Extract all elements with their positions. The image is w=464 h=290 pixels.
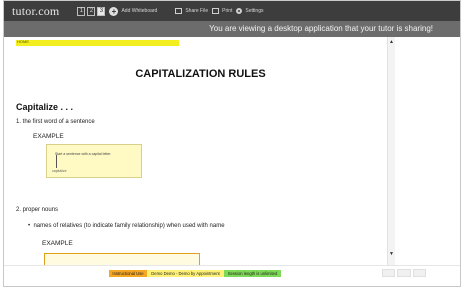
example-1-caption: capitalize bbox=[52, 169, 67, 173]
status-segment-session: Session length is unlimited bbox=[224, 270, 281, 277]
example-1-box: Start a sentence with a capital letter. … bbox=[46, 144, 142, 178]
home-link[interactable]: HOME bbox=[17, 39, 29, 44]
example-2-box bbox=[44, 253, 200, 265]
print-icon[interactable] bbox=[212, 8, 220, 14]
footer-control-1[interactable] bbox=[382, 269, 396, 277]
page-title: CAPITALIZATION RULES bbox=[135, 68, 266, 80]
settings-button[interactable]: Settings bbox=[245, 8, 263, 14]
footer-control-2[interactable] bbox=[397, 269, 411, 277]
rule-1: 1. the first word of a sentence bbox=[16, 119, 95, 125]
scroll-down-icon[interactable]: ▼ bbox=[389, 251, 394, 257]
section-heading: Capitalize . . . bbox=[16, 102, 74, 112]
add-whiteboard-button[interactable]: Add Whiteboard bbox=[121, 8, 157, 14]
share-banner: You are viewing a desktop application th… bbox=[4, 21, 460, 37]
share-file-icon[interactable] bbox=[175, 8, 183, 14]
page-1-button[interactable]: 1 bbox=[77, 6, 86, 16]
example-2-label: EXAMPLE bbox=[42, 240, 73, 247]
page-3-button[interactable]: 3 bbox=[97, 6, 106, 16]
add-whiteboard-icon[interactable]: + bbox=[109, 6, 119, 16]
example-1-label: EXAMPLE bbox=[33, 133, 64, 140]
app-window: tutor.com 1 2 3 + Add Whiteboard Share F… bbox=[3, 0, 461, 287]
bullet-1: • names of relatives (to indicate family… bbox=[28, 223, 225, 229]
home-bar[interactable]: HOME bbox=[16, 39, 179, 46]
status-segment-use: Instructional Use bbox=[109, 270, 147, 277]
rule-2: 2. proper nouns bbox=[16, 207, 59, 213]
scroll-up-icon[interactable]: ▲ bbox=[389, 39, 394, 45]
bullet-1-text: names of relatives (to indicate family r… bbox=[33, 223, 225, 229]
status-footer: Instructional Use Demo Demo - Demo by Ap… bbox=[4, 265, 460, 286]
example-1-sentence: Start a sentence with a capital letter. bbox=[55, 152, 112, 156]
print-button[interactable]: Print bbox=[222, 8, 232, 14]
gear-icon[interactable] bbox=[236, 8, 243, 14]
footer-controls[interactable] bbox=[382, 269, 426, 277]
app-logo: tutor.com bbox=[12, 3, 60, 18]
status-segment-demo: Demo Demo - Demo by Appointment bbox=[147, 270, 224, 277]
top-toolbar: tutor.com 1 2 3 + Add Whiteboard Share F… bbox=[4, 1, 460, 21]
shared-document: HOME CAPITALIZATION RULES Capitalize . .… bbox=[14, 37, 387, 265]
arrow-up-icon bbox=[56, 155, 57, 168]
page-2-button[interactable]: 2 bbox=[87, 6, 96, 16]
vertical-scrollbar[interactable]: ▲ ▼ bbox=[387, 37, 395, 265]
footer-control-3[interactable] bbox=[412, 269, 426, 277]
share-file-button[interactable]: Share File bbox=[185, 8, 208, 14]
